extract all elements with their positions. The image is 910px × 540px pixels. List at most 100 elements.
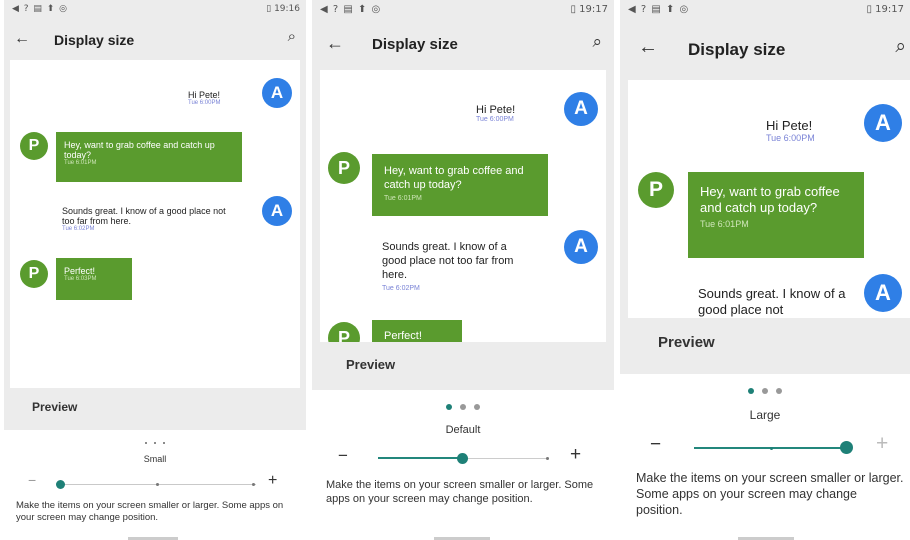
status-bar: ◀ ? ▤ ⬆ ◎ ▯ 19:17 xyxy=(312,0,614,22)
status-bar: ◀ ? ▤ ⬆ ◎ ▯ 19:16 xyxy=(4,0,306,22)
message-time: Tue 6:01PM xyxy=(64,160,97,166)
indicator-dot xyxy=(162,442,165,444)
message-bubble: Hey, want to grab coffee and catch up to… xyxy=(688,172,864,258)
message-text: Hey, want to grab coffee and catch up to… xyxy=(64,140,215,160)
size-description: Make the items on your screen smaller or… xyxy=(16,500,284,523)
minus-icon[interactable]: − xyxy=(28,472,36,488)
message-bubble: Perfect! xyxy=(372,320,462,342)
size-controls: Default − + Make the items on your scree… xyxy=(312,390,614,540)
indicator-dot xyxy=(460,404,466,410)
message-incoming: Hi Pete! Tue 6:00PM xyxy=(766,118,858,143)
indicator-dot xyxy=(446,404,452,410)
back-arrow-icon[interactable]: ← xyxy=(638,36,658,59)
avatar-a: A xyxy=(564,230,598,264)
status-time: ▯ 19:17 xyxy=(570,4,609,15)
avatar-a: A xyxy=(262,78,292,108)
preview-label: Preview xyxy=(32,400,78,414)
chat-preview: Hi Pete! Tue 6:00PM A P Hey, want to gra… xyxy=(320,70,606,342)
slider-thumb[interactable] xyxy=(840,441,853,454)
search-icon[interactable]: ⌕ xyxy=(288,28,296,45)
size-name: Small xyxy=(143,454,167,464)
back-arrow-icon[interactable]: ← xyxy=(326,33,344,54)
message-time: Tue 6:00PM xyxy=(476,116,514,123)
app-bar: ← Display size ⌕ xyxy=(4,22,306,58)
avatar-a: A xyxy=(864,274,902,312)
avatar-p: P xyxy=(328,152,360,184)
status-time: ▯ 19:17 xyxy=(866,4,905,15)
preview-label: Preview xyxy=(658,334,715,351)
message-text: Hi Pete! xyxy=(766,118,813,133)
page-title: Display size xyxy=(688,40,786,59)
avatar-a: A xyxy=(564,92,598,126)
size-controls: Large − + Make the items on your screen … xyxy=(620,374,910,540)
message-bubble: Hey, want to grab coffee and catch up to… xyxy=(372,154,548,216)
message-incoming: Hi Pete! Tue 6:00PM xyxy=(476,104,556,123)
message-incoming: Hi Pete! Tue 6:00PM xyxy=(188,90,258,106)
phone-screen-default: ◀ ? ▤ ⬆ ◎ ▯ 19:17 ← Display size ⌕ Hi Pe… xyxy=(312,0,614,540)
status-time: ▯ 19:16 xyxy=(266,4,300,14)
message-time: Tue 6:03PM xyxy=(64,276,97,282)
message-incoming: Sounds great. I know of a good place not… xyxy=(62,206,230,232)
preview-label: Preview xyxy=(346,357,396,372)
message-incoming: Sounds great. I know of a good place not xyxy=(698,286,852,318)
message-time: Tue 6:02PM xyxy=(62,226,95,232)
indicator-dot xyxy=(154,442,156,444)
preview-section: Preview xyxy=(312,342,614,390)
size-name: Large xyxy=(749,408,781,422)
message-text: Sounds great. I know of a good place not… xyxy=(382,241,514,281)
indicator-dot xyxy=(748,388,754,394)
status-icons: ◀ ? ▤ ⬆ ◎ xyxy=(320,4,382,15)
message-bubble: Hey, want to grab coffee and catch up to… xyxy=(56,132,242,182)
message-time: Tue 6:00PM xyxy=(766,133,815,143)
message-text: Hi Pete! xyxy=(476,104,516,116)
app-bar: ← Display size ⌕ xyxy=(312,24,614,66)
size-name: Default xyxy=(445,424,481,436)
message-text: Perfect! xyxy=(64,266,96,276)
avatar-p: P xyxy=(20,260,48,288)
page-indicator xyxy=(4,436,306,446)
size-controls: Small − + Make the items on your screen … xyxy=(4,430,306,540)
message-bubble: Perfect! Tue 6:03PM xyxy=(56,258,132,300)
minus-icon[interactable]: − xyxy=(338,446,348,466)
size-description: Make the items on your screen smaller or… xyxy=(326,479,594,505)
preview-section: Preview xyxy=(4,388,306,430)
back-arrow-icon[interactable]: ← xyxy=(14,30,30,48)
status-icons: ◀ ? ▤ ⬆ ◎ xyxy=(628,4,690,15)
avatar-p: P xyxy=(20,132,48,160)
chat-preview: Hi Pete! Tue 6:00PM A P Hey, want to gra… xyxy=(10,60,300,388)
slider-tick xyxy=(546,457,549,460)
page-title: Display size xyxy=(372,36,458,53)
phone-screen-large: ◀ ? ▤ ⬆ ◎ ▯ 19:17 ← Display size ⌕ Hi Pe… xyxy=(620,0,910,540)
message-incoming: Sounds great. I know of a good place not… xyxy=(382,240,530,296)
indicator-dot xyxy=(145,442,148,444)
plus-icon[interactable]: + xyxy=(570,444,581,466)
message-text: Hey, want to grab coffee and catch up to… xyxy=(700,184,840,215)
search-icon[interactable]: ⌕ xyxy=(592,32,602,52)
status-icons: ◀ ? ▤ ⬆ ◎ xyxy=(12,4,69,14)
message-time: Tue 6:01PM xyxy=(700,219,749,229)
status-bar: ◀ ? ▤ ⬆ ◎ ▯ 19:17 xyxy=(620,0,910,22)
slider-fill xyxy=(378,457,462,459)
avatar-p: P xyxy=(638,172,674,208)
message-time: Tue 6:00PM xyxy=(188,100,221,106)
size-description: Make the items on your screen smaller or… xyxy=(636,471,904,517)
message-time: Tue 6:02PM xyxy=(382,285,420,292)
avatar-a: A xyxy=(864,104,902,142)
indicator-dot xyxy=(776,388,782,394)
plus-icon[interactable]: + xyxy=(876,432,888,456)
message-text: Hey, want to grab coffee and catch up to… xyxy=(384,165,524,191)
minus-icon[interactable]: − xyxy=(650,434,661,456)
page-indicator xyxy=(312,404,614,410)
message-text: Hi Pete! xyxy=(188,90,221,100)
search-icon[interactable]: ⌕ xyxy=(895,36,906,58)
slider-thumb[interactable] xyxy=(457,453,468,464)
indicator-dot xyxy=(762,388,768,394)
plus-icon[interactable]: + xyxy=(268,472,277,490)
indicator-dot xyxy=(474,404,480,410)
avatar-p: P xyxy=(328,322,360,342)
slider-tick xyxy=(156,483,159,486)
message-text: Perfect! xyxy=(384,330,422,342)
slider-thumb[interactable] xyxy=(56,480,65,489)
message-text: Sounds great. I know of a good place not xyxy=(698,286,846,317)
chat-preview: Hi Pete! Tue 6:00PM A P Hey, want to gra… xyxy=(628,80,910,318)
